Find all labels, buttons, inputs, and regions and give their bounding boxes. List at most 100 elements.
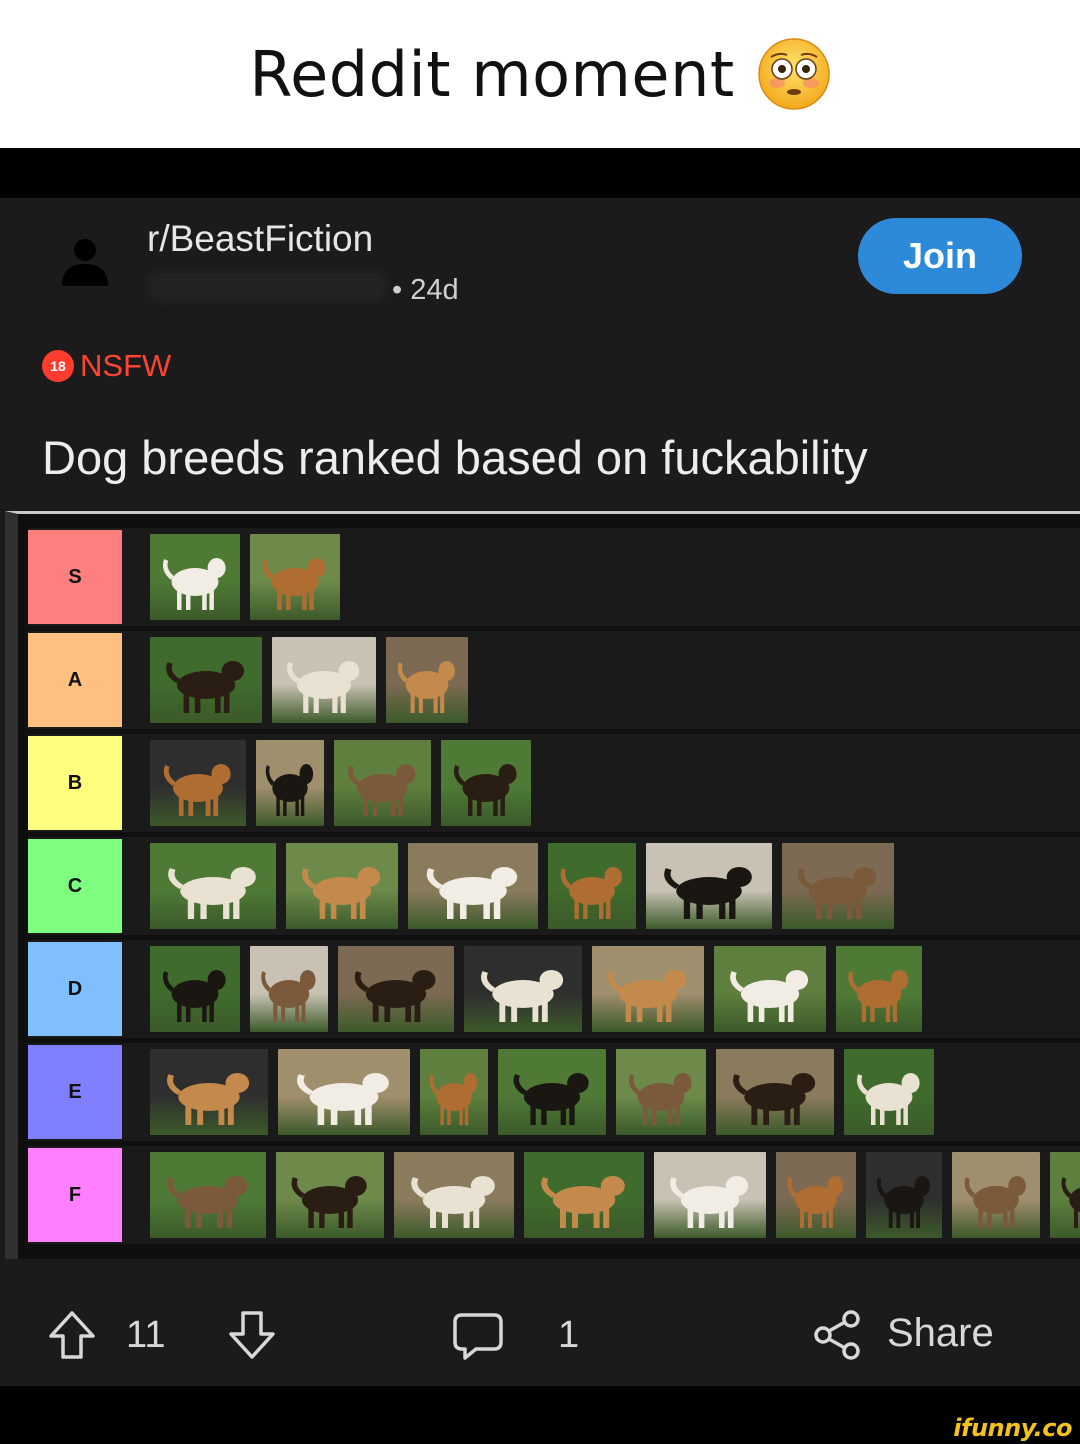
tier-list-image[interactable]: SABCDEF <box>5 511 1080 1259</box>
dog-silhouette-icon <box>297 1073 389 1125</box>
post-action-bar: 11 1 Share <box>0 1294 1080 1384</box>
dog-breed-image[interactable] <box>256 740 324 826</box>
dog-breed-image[interactable] <box>150 946 240 1032</box>
dog-silhouette-icon <box>348 764 416 816</box>
nsfw-tag: 18 NSFW <box>42 348 171 384</box>
share-icon[interactable] <box>813 1309 863 1361</box>
tier-row-b: B <box>28 734 1080 832</box>
dog-breed-image[interactable] <box>250 534 340 620</box>
dog-breed-image[interactable] <box>420 1049 488 1135</box>
dog-breed-image[interactable] <box>524 1152 644 1238</box>
dog-breed-image[interactable] <box>150 534 240 620</box>
dog-silhouette-icon <box>848 970 909 1022</box>
dog-silhouette-icon <box>354 970 436 1022</box>
dog-breed-image[interactable] <box>338 946 454 1032</box>
share-button[interactable]: Share <box>887 1311 994 1356</box>
flushed-face-emoji-icon <box>757 38 830 110</box>
screenshot-top-bar <box>0 148 1080 198</box>
dog-silhouette-icon <box>541 1176 625 1228</box>
dog-silhouette-icon <box>787 1176 844 1228</box>
dog-breed-image[interactable] <box>408 843 538 929</box>
dog-breed-image[interactable] <box>1050 1152 1080 1238</box>
reddit-post: r/BeastFiction • 24d Join 18 NSFW Dog br… <box>0 198 1080 1386</box>
dog-silhouette-icon <box>670 1176 749 1228</box>
dog-breed-image[interactable] <box>278 1049 410 1135</box>
dog-silhouette-icon <box>664 867 752 919</box>
tier-label: E <box>28 1045 122 1139</box>
tier-items <box>136 734 1080 832</box>
dog-breed-image[interactable] <box>150 740 246 826</box>
dog-breed-image[interactable] <box>150 1152 266 1238</box>
dog-breed-image[interactable] <box>548 843 636 929</box>
dog-breed-image[interactable] <box>276 1152 384 1238</box>
downvote-arrow-icon[interactable] <box>228 1310 276 1360</box>
dog-silhouette-icon <box>964 1176 1026 1228</box>
dog-silhouette-icon <box>429 1073 478 1125</box>
dog-silhouette-icon <box>411 1176 495 1228</box>
user-avatar-icon[interactable] <box>58 234 112 288</box>
dog-breed-image[interactable] <box>150 1049 268 1135</box>
dog-breed-image[interactable] <box>498 1049 606 1135</box>
tier-items <box>136 528 1080 626</box>
dog-silhouette-icon <box>166 1176 248 1228</box>
dog-breed-image[interactable] <box>776 1152 856 1238</box>
dog-silhouette-icon <box>262 558 326 610</box>
dog-breed-image[interactable] <box>394 1152 514 1238</box>
tier-label: C <box>28 839 122 933</box>
dog-breed-image[interactable] <box>714 946 826 1032</box>
post-title[interactable]: Dog breeds ranked based on fuckability <box>42 430 868 485</box>
dog-breed-image[interactable] <box>441 740 531 826</box>
dog-breed-image[interactable] <box>592 946 704 1032</box>
dog-silhouette-icon <box>628 1073 692 1125</box>
dog-silhouette-icon <box>261 970 316 1022</box>
subreddit-link[interactable]: r/BeastFiction <box>147 218 373 260</box>
dog-breed-image[interactable] <box>386 637 468 723</box>
dog-silhouette-icon <box>730 970 809 1022</box>
dog-silhouette-icon <box>287 661 360 713</box>
tier-row-d: D <box>28 940 1080 1038</box>
upvote-arrow-icon[interactable] <box>48 1310 96 1360</box>
tier-row-a: A <box>28 631 1080 729</box>
dog-silhouette-icon <box>426 867 518 919</box>
dog-breed-image[interactable] <box>716 1049 834 1135</box>
dog-breed-image[interactable] <box>150 843 276 929</box>
dog-breed-image[interactable] <box>844 1049 934 1135</box>
dog-silhouette-icon <box>608 970 687 1022</box>
meme-caption: Reddit moment <box>0 0 1080 148</box>
dog-breed-image[interactable] <box>616 1049 706 1135</box>
tier-row-f: F <box>28 1146 1080 1244</box>
dog-silhouette-icon <box>733 1073 816 1125</box>
dog-breed-image[interactable] <box>150 637 262 723</box>
tier-items <box>136 837 1080 935</box>
dog-breed-image[interactable] <box>464 946 582 1032</box>
tier-label: S <box>28 530 122 624</box>
screenshot-bottom-bar: ifunny.co <box>0 1386 1080 1444</box>
join-button[interactable]: Join <box>858 218 1022 294</box>
blurred-username <box>147 270 387 302</box>
dog-breed-image[interactable] <box>646 843 772 929</box>
tier-row-s: S <box>28 528 1080 626</box>
tier-label: F <box>28 1148 122 1242</box>
tier-label: D <box>28 942 122 1036</box>
dog-silhouette-icon <box>265 764 314 816</box>
caption-text: Reddit moment <box>249 37 735 111</box>
dog-silhouette-icon <box>513 1073 589 1125</box>
dog-breed-image[interactable] <box>250 946 328 1032</box>
dog-breed-image[interactable] <box>272 637 376 723</box>
tier-items <box>136 1043 1080 1141</box>
tier-items <box>136 631 1080 729</box>
comment-bubble-icon[interactable] <box>452 1312 504 1362</box>
dog-breed-image[interactable] <box>286 843 398 929</box>
upvote-count: 11 <box>126 1314 166 1356</box>
dog-silhouette-icon <box>291 1176 367 1228</box>
tier-label: B <box>28 736 122 830</box>
dog-breed-image[interactable] <box>866 1152 942 1238</box>
dog-breed-image[interactable] <box>782 843 894 929</box>
dog-breed-image[interactable] <box>836 946 922 1032</box>
tier-items <box>136 1146 1080 1244</box>
dog-breed-image[interactable] <box>334 740 431 826</box>
dog-silhouette-icon <box>162 558 226 610</box>
dog-breed-image[interactable] <box>654 1152 766 1238</box>
dog-breed-image[interactable] <box>952 1152 1040 1238</box>
dog-silhouette-icon <box>163 764 231 816</box>
